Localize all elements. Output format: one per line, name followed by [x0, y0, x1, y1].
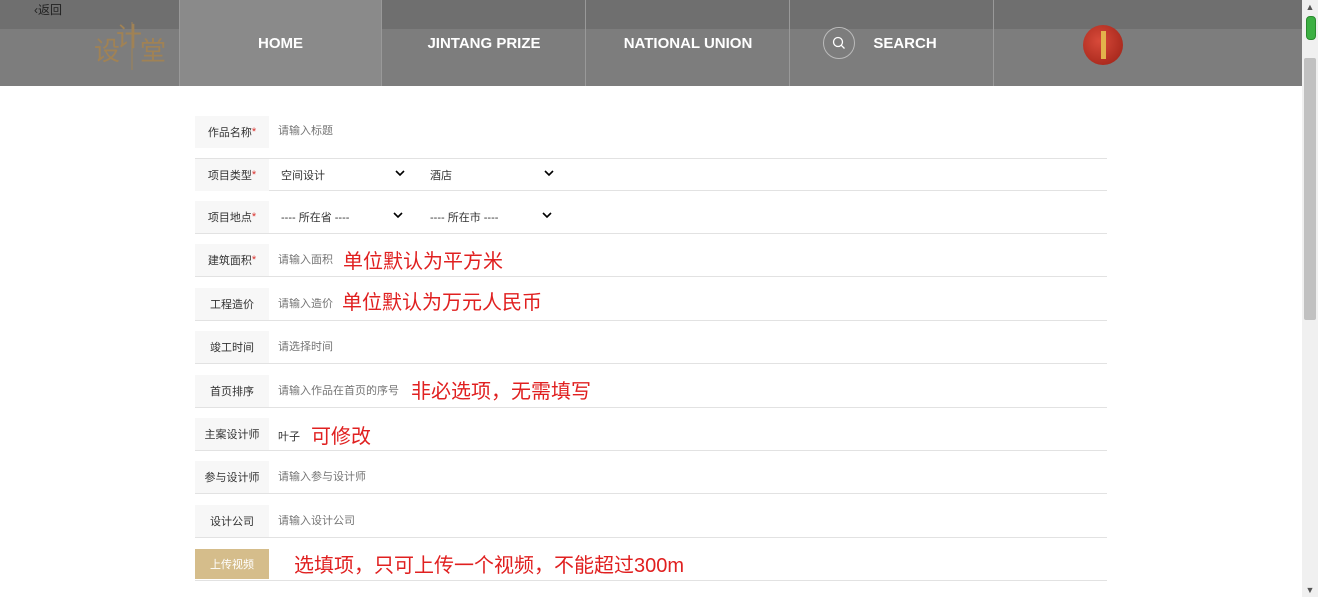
row-lead-designer: 主案设计师 叶子 可修改 [195, 408, 1107, 451]
row-project-location: 项目地点 * ---- 所在省 ---- ---- 所在市 ---- [195, 191, 1107, 234]
row-homepage-order: 首页排序 非必选项，无需填写 [195, 364, 1107, 408]
row-project-type: 项目类型 * 空间设计 酒店 [195, 159, 1107, 191]
homepage-order-label: 首页排序 [195, 375, 269, 407]
lead-designer-input[interactable]: 叶子 [278, 428, 308, 444]
svg-text:计: 计 [116, 23, 142, 53]
chevron-down-icon [395, 170, 405, 177]
area-annotation: 单位默认为平方米 [343, 251, 503, 273]
province-select[interactable]: ---- 所在省 ---- [281, 207, 403, 227]
row-design-company: 设计公司 [195, 494, 1107, 538]
scroll-thumb[interactable] [1304, 58, 1316, 320]
search-label: SEARCH [873, 34, 937, 52]
top-navigation: ‹返回 设 计 堂 HOME JINTANG PRIZE NATIONAL UN… [0, 0, 1302, 86]
search-icon [823, 27, 856, 59]
row-participating-designers: 参与设计师 [195, 451, 1107, 494]
project-location-label: 项目地点 * [195, 201, 269, 233]
upload-video-button[interactable]: 上传视频 [195, 549, 269, 579]
city-select[interactable]: ---- 所在市 ---- [430, 207, 552, 227]
row-upload-video: 上传视频 选填项，只可上传一个视频，不能超过300m [195, 538, 1107, 581]
nav-home[interactable]: HOME [179, 0, 382, 86]
svg-text:堂: 堂 [140, 37, 166, 67]
back-link[interactable]: ‹返回 [34, 1, 62, 18]
scroll-indicator [1306, 16, 1316, 40]
designer-annotation: 可修改 [311, 426, 371, 448]
building-area-label: 建筑面积 * [195, 244, 269, 276]
chevron-down-icon [393, 212, 403, 219]
nav-jintang-prize[interactable]: JINTANG PRIZE [383, 0, 586, 86]
site-logo[interactable]: 设 计 堂 [92, 16, 172, 72]
homepage-order-input[interactable] [278, 385, 403, 397]
nav-national-union[interactable]: NATIONAL UNION [587, 0, 790, 86]
project-type-select[interactable]: 空间设计 [281, 165, 405, 185]
video-annotation: 选填项，只可上传一个视频，不能超过300m [294, 555, 685, 577]
row-project-cost: 工程造价 单位默认为万元人民币 [195, 277, 1107, 321]
vertical-scrollbar[interactable]: ▲ ▼ [1302, 0, 1318, 597]
row-building-area: 建筑面积* 单位默认为平方米 [195, 234, 1107, 277]
scroll-up-icon[interactable]: ▲ [1302, 0, 1318, 14]
completion-time-label: 竣工时间 [195, 331, 269, 363]
cost-annotation: 单位默认为万元人民币 [342, 292, 542, 314]
project-cost-label: 工程造价 [195, 288, 269, 320]
completion-time-input[interactable] [278, 341, 398, 353]
chevron-down-icon [544, 170, 554, 177]
project-subtype-select[interactable]: 酒店 [430, 165, 554, 185]
project-type-label: 项目类型 * [195, 159, 269, 191]
chevron-down-icon [542, 212, 552, 219]
row-completion-time: 竣工时间 [195, 321, 1107, 364]
design-company-label: 设计公司 [195, 505, 269, 537]
nav-search[interactable]: SEARCH [791, 0, 994, 86]
participating-designers-label: 参与设计师 [195, 461, 269, 493]
order-annotation: 非必选项，无需填写 [411, 381, 591, 403]
avatar[interactable] [1083, 25, 1123, 65]
work-name-input[interactable] [278, 125, 398, 137]
scroll-down-icon[interactable]: ▼ [1302, 583, 1318, 597]
lead-designer-label: 主案设计师 [195, 418, 269, 450]
row-work-name: 作品名称 * [195, 116, 1107, 159]
work-name-label: 作品名称 * [195, 116, 269, 148]
building-area-input[interactable] [278, 254, 338, 266]
participating-designers-input[interactable] [278, 471, 398, 483]
project-cost-input[interactable] [278, 298, 338, 310]
design-company-input[interactable] [278, 515, 398, 527]
